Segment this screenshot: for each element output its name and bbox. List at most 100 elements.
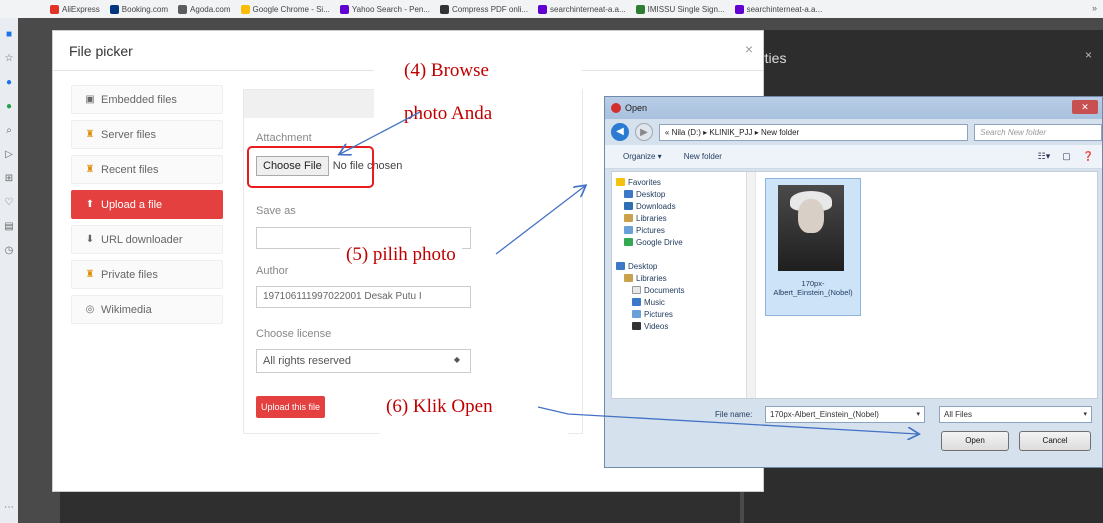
bookmark-favicon-icon [440, 4, 450, 14]
license-label: Choose license [256, 328, 332, 340]
repository-embedded-files[interactable]: ▣ Embedded files [71, 85, 223, 114]
browser-sidebar: ■ ☆ ● ● ⌕ ▷ ⊞ ♡ ▤ ◷ ⋯ [0, 18, 18, 523]
wikimedia-icon: ◎ [85, 304, 95, 315]
bookmark-item[interactable]: Compress PDF onli... [440, 4, 529, 14]
bookmark-label: Agoda.com [190, 4, 231, 14]
nav-item-label: Downloads [636, 201, 676, 211]
filename-input[interactable]: 170px-Albert_Einstein_(Nobel) ▾ [765, 406, 925, 423]
nav-item[interactable]: Videos [612, 320, 755, 332]
bookmark-item[interactable]: IMISSU Single Sign... [635, 4, 725, 14]
file-item-einstein[interactable]: 170px-Albert_Einstein_(Nobel) [765, 178, 861, 316]
bookmark-item[interactable]: Booking.com [109, 4, 169, 14]
nav-item[interactable]: Downloads [612, 200, 755, 212]
whatsapp-icon[interactable]: ● [2, 100, 16, 114]
repository-upload-a-file[interactable]: ⬆ Upload a file [71, 190, 223, 219]
back-arrow-icon[interactable]: ◀ [611, 123, 629, 141]
home-icon[interactable]: ■ [2, 28, 16, 42]
nav-item[interactable]: Desktop [612, 260, 755, 272]
author-input[interactable]: 197106111997022001 Desak Putu I [256, 286, 471, 308]
apps-icon[interactable]: ⊞ [2, 172, 16, 186]
repository-wikimedia[interactable]: ◎ Wikimedia [71, 295, 223, 324]
nav-item[interactable]: Pictures [612, 308, 755, 320]
search-icon[interactable]: ⌕ [2, 124, 16, 138]
bookmark-label: searchinterneat-a.a... [746, 4, 823, 14]
nav-item[interactable]: Documents [612, 284, 755, 296]
repository-label: Upload a file [101, 198, 163, 211]
nav-scrollbar[interactable] [746, 172, 755, 398]
author-label: Author [256, 265, 289, 277]
messenger-icon[interactable]: ● [2, 76, 16, 90]
heart-icon[interactable]: ♡ [2, 196, 16, 210]
bookmarks-more-icon[interactable]: » [1092, 3, 1097, 13]
repository-server-files[interactable]: ♜ Server files [71, 120, 223, 149]
open-dialog-titlebar: Open ✕ [605, 97, 1102, 119]
preview-pane-icon[interactable]: ▢ [1062, 151, 1071, 162]
bookmark-label: Google Chrome - Si... [252, 4, 330, 14]
view-options-icon[interactable]: ☷▾ [1038, 151, 1051, 162]
open-file-dialog: Open ✕ ◀ ▶ « Nila (D:) ▸ KLINIK_PJJ ▸ Ne… [604, 96, 1103, 468]
bookmark-label: Compress PDF onli... [452, 4, 529, 14]
repository-private-files[interactable]: ♜ Private files [71, 260, 223, 289]
nav-item[interactable]: Google Drive [612, 236, 755, 248]
new-folder-button[interactable]: New folder [684, 152, 722, 161]
nav-item-label: Libraries [636, 213, 667, 223]
bookmark-favicon-icon [734, 4, 744, 14]
nav-item[interactable]: Music [612, 296, 755, 308]
downloads-icon [624, 202, 633, 210]
dialog-close-icon[interactable]: ✕ [1072, 100, 1098, 114]
nav-item-label: Desktop [628, 261, 658, 271]
background-footer [60, 492, 740, 523]
opera-logo-icon [611, 103, 621, 113]
search-folder-input[interactable]: Search New folder [974, 123, 1102, 141]
bookmark-favicon-icon [109, 4, 119, 14]
bookmark-favicon-icon [240, 4, 250, 14]
server-icon: ♜ [85, 129, 95, 140]
bookmark-label: Booking.com [121, 4, 169, 14]
repository-label: Recent files [101, 163, 159, 176]
repository-label: URL downloader [101, 233, 183, 246]
nav-item[interactable]: Libraries [612, 212, 755, 224]
attachment-label: Attachment [256, 132, 312, 144]
repository-url-downloader[interactable]: ⬇ URL downloader [71, 225, 223, 254]
nav-item[interactable]: Desktop [612, 188, 755, 200]
history-icon[interactable]: ◷ [2, 244, 16, 258]
repository-recent-files[interactable]: ♜ Recent files [71, 155, 223, 184]
nav-item[interactable]: Favorites [612, 176, 755, 188]
license-select[interactable]: All rights reserved ◆ [256, 349, 471, 373]
cancel-button[interactable]: Cancel [1019, 431, 1091, 451]
close-icon[interactable]: × [745, 41, 753, 57]
drive-icon [624, 238, 633, 246]
help-icon[interactable]: ❓ [1083, 151, 1094, 162]
address-bar[interactable]: « Nila (D:) ▸ KLINIK_PJJ ▸ New folder [658, 123, 969, 141]
star-icon[interactable]: ☆ [2, 52, 16, 66]
filetype-select[interactable]: All Files ▾ [939, 406, 1092, 423]
bookmark-favicon-icon [538, 4, 548, 14]
navigation-pane: Favorites Desktop Downloads Libraries Pictur… [612, 172, 756, 398]
save-as-label: Save as [256, 205, 296, 217]
bookmark-item[interactable]: Agoda.com [178, 4, 231, 14]
bookmark-item[interactable]: searchinterneat-a.a... [734, 4, 823, 14]
upload-file-button[interactable]: Upload this file [256, 396, 326, 418]
file-item-label: 170px-Albert_Einstein_(Nobel) [773, 279, 853, 297]
open-button[interactable]: Open [941, 431, 1009, 451]
step4-annotation-line1: (4) Browse [374, 56, 582, 86]
nav-item[interactable]: Pictures [612, 224, 755, 236]
more-icon[interactable]: ⋯ [2, 501, 16, 515]
nav-item-label: Desktop [636, 189, 666, 199]
bookmark-item[interactable]: AliExpress [50, 4, 100, 14]
bookmark-item[interactable]: searchinterneat-a.a... [538, 4, 626, 14]
organize-menu[interactable]: Organize ▾ [623, 152, 662, 161]
bookmark-item[interactable]: Yahoo Search - Pen... [339, 4, 430, 14]
send-icon[interactable]: ▷ [2, 148, 16, 162]
bookmark-label: IMISSU Single Sign... [647, 4, 725, 14]
einstein-thumbnail-image [778, 185, 844, 271]
filename-dropdown-icon[interactable]: ▾ [916, 410, 920, 418]
nav-item-label: Pictures [636, 225, 665, 235]
notes-icon[interactable]: ▤ [2, 220, 16, 234]
bookmark-label: searchinterneat-a.a... [550, 4, 626, 14]
star-icon [616, 178, 625, 186]
bookmark-item[interactable]: Google Chrome - Si... [240, 4, 330, 14]
nav-item[interactable]: Libraries [612, 272, 755, 284]
background-close-icon: × [1085, 48, 1093, 62]
forward-arrow-icon[interactable]: ▶ [634, 123, 653, 141]
